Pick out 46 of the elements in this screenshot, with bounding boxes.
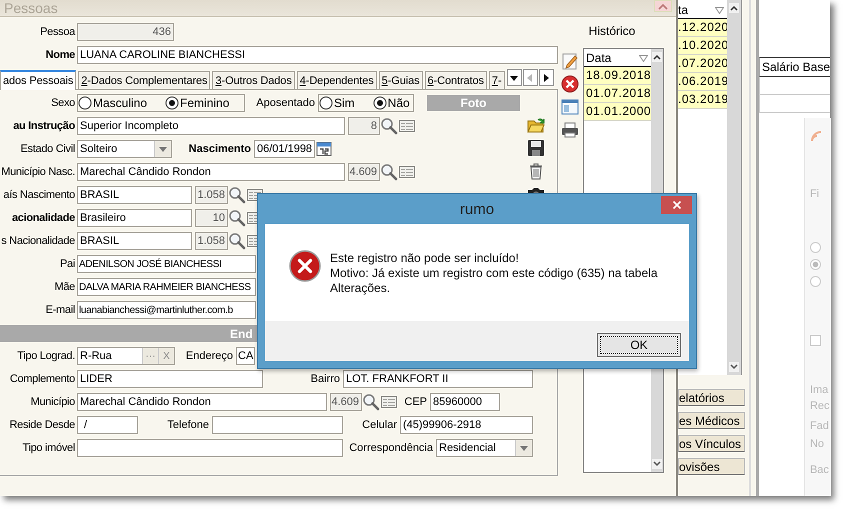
field-label: Reside Desde <box>10 419 75 431</box>
field-label: aís Nascimento <box>3 189 75 201</box>
field-label: Tipo imóvel <box>22 442 75 454</box>
field-label: Celular <box>362 419 397 431</box>
panel-title: Histórico <box>588 24 636 40</box>
table-cell: .12.2020 <box>678 19 727 37</box>
error-message: Motivo: Já existe um registro com este código (635) na tabela Alterações. <box>330 266 658 296</box>
field-label: Correspondência <box>349 442 433 454</box>
field-label: Nome <box>46 49 75 61</box>
field-label: Município <box>30 396 75 408</box>
faded-label: Ima <box>810 384 830 396</box>
field-label: Telefone <box>167 419 209 431</box>
faded-label: Rec <box>810 400 831 412</box>
field-label: Aposentado <box>256 97 315 109</box>
error-message: Este registro não pode ser incluído! <box>330 251 520 266</box>
field-label: acionalidade <box>12 212 75 224</box>
faded-label: Fad <box>810 420 830 432</box>
dialog-title: rumo <box>460 200 494 218</box>
field-label: Município Nasc. <box>1 166 75 178</box>
field-label: Bairro <box>310 373 340 385</box>
photo-header: Foto <box>427 95 520 111</box>
table-cell: 18.09.2018 <box>584 67 652 85</box>
field-label: Sexo <box>51 97 75 109</box>
table-cell: .07.2020 <box>678 55 727 73</box>
field-label: Endereço <box>186 350 233 362</box>
table-cell: .06.2019 <box>678 73 727 91</box>
field-label: Tipo Lograd. <box>17 350 75 362</box>
field-label: Mãe <box>54 281 75 293</box>
window-title: Pessoas <box>3 0 58 16</box>
field-label: s Nacionalidade <box>1 235 75 247</box>
field-label: Pai <box>60 258 75 270</box>
field-label: Nascimento <box>188 143 251 155</box>
field-label: Complemento <box>10 373 75 385</box>
table-cell: 01.01.2000 <box>584 103 652 121</box>
field-label: CEP <box>404 396 427 408</box>
field-label: Estado Civil <box>20 143 75 155</box>
table-cell: 01.07.2018 <box>584 85 652 103</box>
faded-label: Bac <box>810 464 830 476</box>
field-label: au Instrução <box>13 120 75 132</box>
field-label: Pessoa <box>40 26 75 38</box>
faded-label: Fi <box>810 188 820 200</box>
table-cell: .10.2020 <box>678 37 727 55</box>
table-cell: .03.2019 <box>678 91 727 109</box>
field-label: E-mail <box>46 304 75 316</box>
faded-label: No <box>810 438 826 450</box>
section-title: End <box>230 326 253 340</box>
